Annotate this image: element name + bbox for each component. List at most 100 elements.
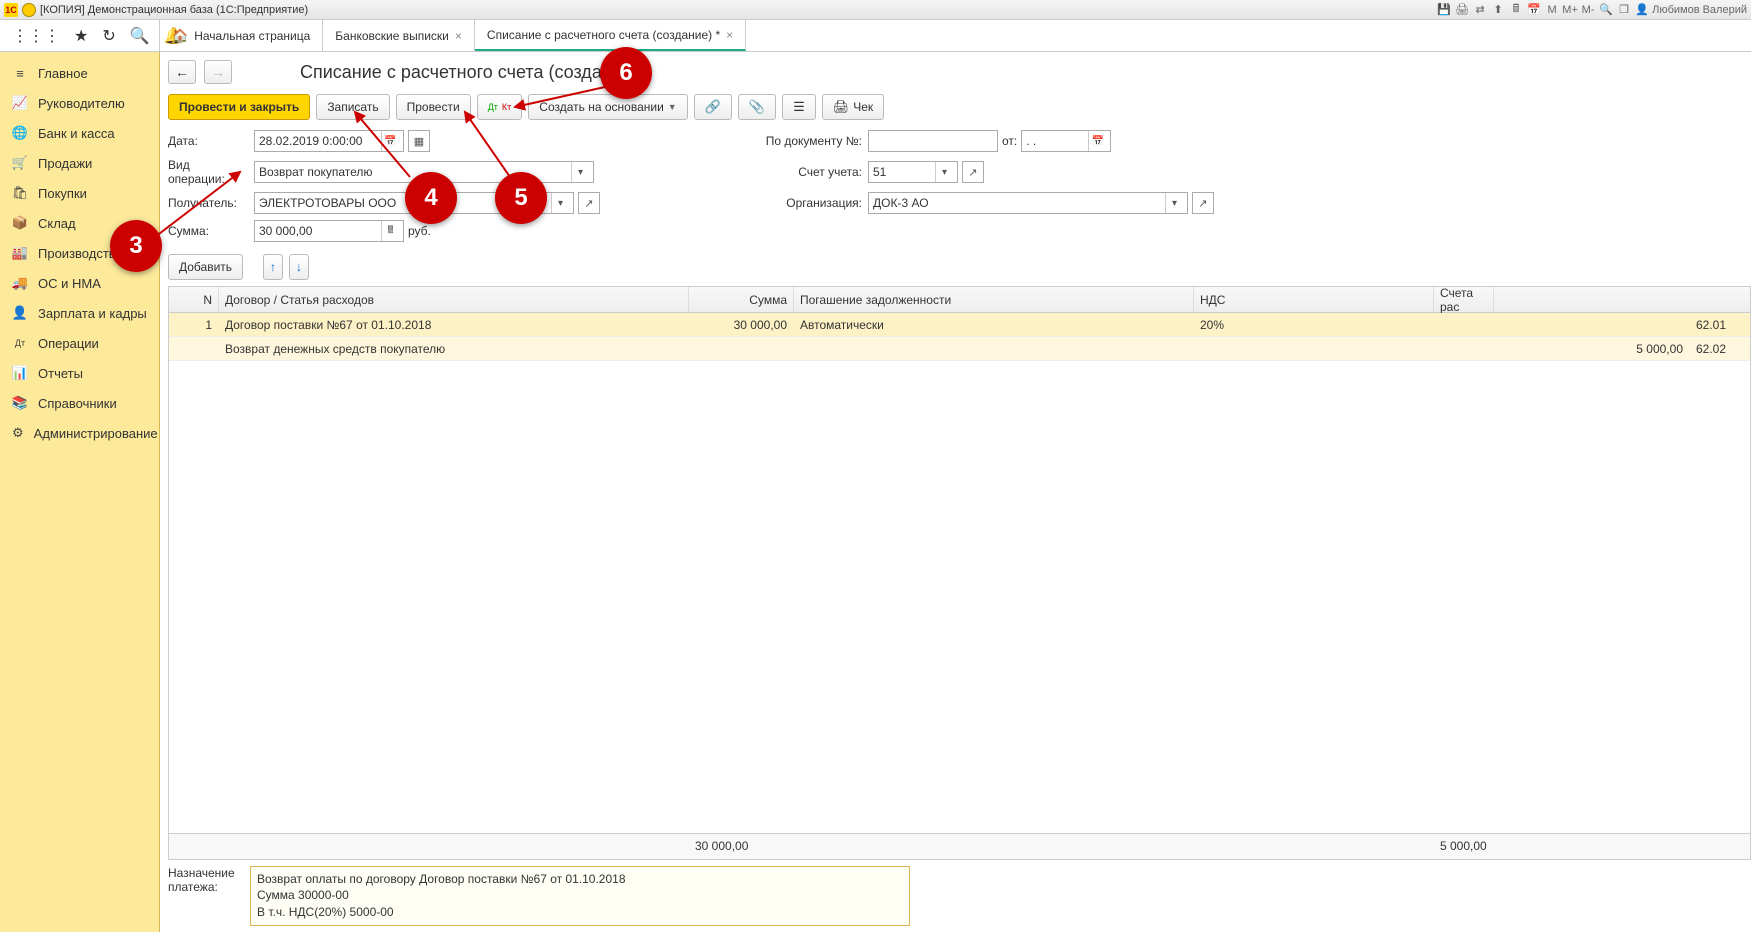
table-row[interactable]: Возврат денежных средств покупателю 5 00…	[169, 337, 1750, 361]
tb-print-icon[interactable]: 🖨	[1454, 2, 1470, 18]
docfrom-input[interactable]: . .📅	[1021, 130, 1111, 152]
tb-search-icon[interactable]: 🔍	[1598, 2, 1614, 18]
cell-repay: Автоматически	[794, 313, 1194, 336]
link-icon: 🔗	[705, 99, 721, 115]
optype-value: Возврат покупателю	[259, 165, 372, 179]
th-sum[interactable]: Сумма	[689, 287, 794, 312]
chevron-down-icon[interactable]: ▾	[935, 162, 953, 182]
sidebar-item-manager[interactable]: 📈 Руководителю	[0, 88, 159, 118]
save-button[interactable]: Записать	[316, 94, 389, 120]
purpose-line-1: Возврат оплаты по договору Договор поста…	[257, 871, 903, 888]
sidebar-item-catalogs[interactable]: 📚Справочники	[0, 388, 159, 418]
account-input[interactable]: 51▾	[868, 161, 958, 183]
docnum-input[interactable]	[868, 130, 998, 152]
tab-home[interactable]: 🏠 Начальная страница	[160, 20, 323, 51]
tb-compare-icon[interactable]: ⇄	[1472, 2, 1488, 18]
tb-window-icon[interactable]: ❐	[1616, 2, 1632, 18]
sidebar-item-sales[interactable]: 🛒 Продажи	[0, 148, 159, 178]
calendar-icon[interactable]: 📅	[381, 131, 399, 151]
calc-icon[interactable]: 🖩	[381, 221, 399, 241]
dt-icon: Дт	[488, 102, 498, 112]
arrow-up-icon: ↑	[270, 260, 276, 274]
sidebar-item-purchases[interactable]: 🛍Покупки	[0, 178, 159, 208]
create-based-button[interactable]: Создать на основании▼	[528, 94, 687, 120]
th-nds[interactable]: НДС	[1194, 287, 1434, 312]
sum-input[interactable]: 30 000,00 🖩	[254, 220, 404, 242]
sidebar-item-reports[interactable]: 📊Отчеты	[0, 358, 159, 388]
th-contract[interactable]: Договор / Статья расходов	[219, 287, 689, 312]
nav-back-button[interactable]: ←	[168, 60, 196, 84]
annotation-5: 5	[495, 172, 547, 224]
page-title: Списание с расчетного счета (создание)	[300, 62, 638, 83]
nav-forward-button[interactable]: →	[204, 60, 232, 84]
tab-writeoff[interactable]: Списание с расчетного счета (создание) *…	[475, 20, 746, 51]
move-up-button[interactable]: ↑	[263, 254, 283, 280]
app-logo-icon: 1C	[4, 3, 18, 17]
sum-currency: руб.	[408, 224, 431, 238]
th-accounts[interactable]: Счета рас	[1434, 287, 1494, 312]
sum-label: Сумма:	[168, 224, 248, 238]
chevron-down-icon[interactable]: ▾	[571, 162, 589, 182]
table-row[interactable]: 1 Договор поставки №67 от 01.10.2018 30 …	[169, 313, 1750, 337]
sidebar-item-main[interactable]: ≡Главное	[0, 58, 159, 88]
tb-mminus-icon[interactable]: М-	[1580, 2, 1596, 18]
sidebar-item-assets[interactable]: 🚚 ОС и НМА	[0, 268, 159, 298]
add-row-button[interactable]: Добавить	[168, 254, 243, 280]
sidebar-item-label: ОС и НМА	[38, 276, 101, 291]
history-icon[interactable]: ↻	[102, 26, 115, 46]
dtkt-icon: Дт	[12, 335, 28, 351]
purpose-textarea[interactable]: Возврат оплаты по договору Договор поста…	[250, 866, 910, 926]
date-extra-icon[interactable]: ▦	[408, 130, 430, 152]
sidebar-item-label: Руководителю	[38, 96, 125, 111]
sidebar-item-label: Продажи	[38, 156, 92, 171]
tb-m-icon[interactable]: М	[1544, 2, 1560, 18]
chevron-down-icon[interactable]: ▾	[551, 193, 569, 213]
tb-upload-icon[interactable]: ⬆	[1490, 2, 1506, 18]
close-icon[interactable]: ×	[455, 29, 462, 43]
window-title: [КОПИЯ] Демонстрационная база (1С:Предпр…	[40, 4, 308, 16]
sidebar-item-operations[interactable]: ДтОперации	[0, 328, 159, 358]
calendar-icon[interactable]: 📅	[1088, 131, 1106, 151]
th-n[interactable]: N	[169, 287, 219, 312]
check-button[interactable]: 🖨Чек	[822, 94, 884, 120]
open-icon[interactable]: ↗	[578, 192, 600, 214]
post-close-button[interactable]: Провести и закрыть	[168, 94, 310, 120]
th-repay[interactable]: Погашение задолженности	[794, 287, 1194, 312]
list-button[interactable]: ☰	[782, 94, 816, 120]
date-input[interactable]: 28.02.2019 0:00:00📅	[254, 130, 404, 152]
tb-calendar-icon[interactable]: 📅	[1526, 2, 1542, 18]
post-button[interactable]: Провести	[396, 94, 471, 120]
truck-icon: 🚚	[12, 275, 28, 291]
star-icon[interactable]: ★	[74, 26, 88, 46]
sidebar-item-label: Покупки	[38, 186, 87, 201]
close-icon[interactable]: ×	[726, 28, 733, 42]
tab-bar: 🏠 Начальная страница Банковские выписки …	[160, 20, 746, 51]
tb-mplus-icon[interactable]: М+	[1562, 2, 1578, 18]
sidebar-item-label: Зарплата и кадры	[38, 306, 147, 321]
open-icon[interactable]: ↗	[962, 161, 984, 183]
sum-value: 30 000,00	[259, 224, 312, 238]
sidebar: ≡Главное 📈 Руководителю 🌐Банк и касса 🛒 Пр…	[0, 52, 160, 932]
cart-icon: 🛒	[12, 155, 28, 171]
attach-button[interactable]: 📎	[738, 94, 776, 120]
sidebar-item-hr[interactable]: 👤Зарплата и кадры	[0, 298, 159, 328]
apps-icon[interactable]: ⋮⋮⋮	[12, 26, 60, 46]
open-icon[interactable]: ↗	[1192, 192, 1214, 214]
tb-save-icon[interactable]: 💾	[1436, 2, 1452, 18]
link-button[interactable]: 🔗	[694, 94, 732, 120]
sidebar-item-bank[interactable]: 🌐Банк и касса	[0, 118, 159, 148]
move-down-button[interactable]: ↓	[289, 254, 309, 280]
tb-user-icon: 👤	[1634, 2, 1650, 18]
org-input[interactable]: ДОК-3 АО▾	[868, 192, 1188, 214]
user-label[interactable]: Любимов Валерий	[1652, 4, 1747, 16]
date-label: Дата:	[168, 134, 248, 148]
gear-icon: ⚙	[12, 425, 24, 441]
dtkt-button[interactable]: ДтКт	[477, 94, 523, 120]
chevron-down-icon[interactable]: ▾	[1165, 193, 1183, 213]
tb-calc-icon[interactable]: 🖩	[1508, 2, 1524, 18]
chart-icon: 📈	[12, 95, 28, 111]
sidebar-item-admin[interactable]: ⚙Администрирование	[0, 418, 159, 448]
search-icon[interactable]: 🔍	[130, 26, 150, 46]
tab-bank-statements[interactable]: Банковские выписки ×	[323, 20, 475, 51]
dropdown-circle-icon[interactable]	[22, 3, 36, 17]
